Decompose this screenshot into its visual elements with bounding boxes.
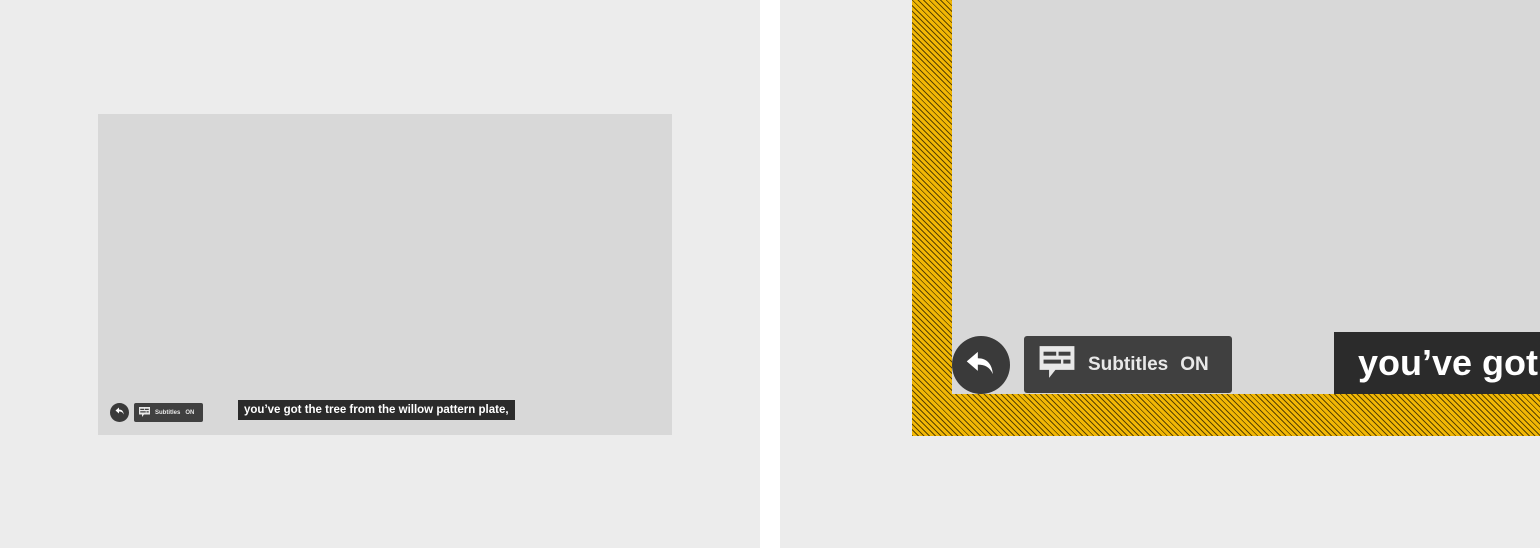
subtitles-state: ON [1180,353,1209,375]
subtitles-state: ON [185,409,195,416]
subtitle-caption: you’ve got the tree from the willow patt… [238,400,515,420]
zoomed-detail-panel: Subtitles ON you’ve got [780,0,1540,548]
subtitles-toggle-button[interactable]: Subtitles ON [134,403,203,422]
back-button-zoomed[interactable] [952,336,1010,394]
back-arrow-icon [962,344,1000,387]
back-button[interactable] [110,403,129,422]
subtitle-caption-zoomed: you’ve got [1334,332,1540,394]
video-area[interactable] [98,114,672,435]
subtitles-icon [138,406,151,420]
back-arrow-icon [114,404,126,422]
subtitles-label: Subtitles [155,409,181,416]
subtitles-icon [1036,343,1078,387]
player-overview-panel: Subtitles ON you’ve got the tree from th… [0,0,760,548]
subtitles-toggle-button-zoomed[interactable]: Subtitles ON [1024,336,1232,393]
subtitles-label: Subtitles [1088,353,1169,375]
